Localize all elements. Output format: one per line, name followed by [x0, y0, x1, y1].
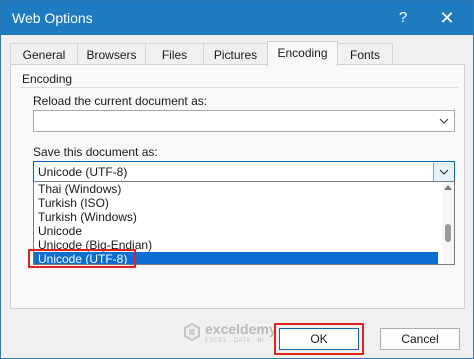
tab-general[interactable]: General [10, 43, 78, 65]
exceldemy-watermark: exceldemy EXCEL · DATA · BI [183, 320, 283, 350]
watermark-tagline: EXCEL · DATA · BI [205, 338, 265, 344]
ok-button[interactable]: OK [279, 328, 359, 350]
save-label: Save this document as: [33, 145, 158, 159]
scroll-up-icon[interactable] [444, 184, 452, 190]
reload-label: Reload the current document as: [33, 94, 208, 108]
tab-files[interactable]: Files [145, 43, 204, 65]
reload-encoding-dropdown[interactable] [33, 110, 455, 132]
tab-browsers[interactable]: Browsers [77, 43, 146, 65]
tab-pictures[interactable]: Pictures [203, 43, 268, 65]
tab-fonts[interactable]: Fonts [337, 43, 393, 65]
cancel-button[interactable]: Cancel [380, 328, 460, 350]
encoding-list[interactable]: Thai (Windows) Turkish (ISO) Turkish (Wi… [33, 181, 455, 265]
list-item[interactable]: Unicode (Big-Endian) [34, 238, 438, 252]
list-item[interactable]: Thai (Windows) [34, 182, 438, 196]
group-divider [21, 87, 458, 88]
tab-encoding[interactable]: Encoding [267, 41, 338, 66]
close-button[interactable]: ✕ [437, 8, 457, 28]
encoding-panel: Encoding Reload the current document as:… [10, 64, 465, 309]
tab-strip: General Browsers Files Pictures Encoding… [10, 41, 465, 66]
window-title: Web Options [12, 10, 93, 26]
exceldemy-logo-icon [184, 323, 200, 341]
list-scrollbar[interactable] [442, 182, 454, 264]
list-item[interactable]: Turkish (Windows) [34, 210, 438, 224]
save-encoding-dropdown[interactable]: Unicode (UTF-8) [33, 161, 455, 183]
scroll-thumb[interactable] [445, 224, 451, 242]
help-button[interactable]: ? [393, 8, 413, 28]
chevron-down-icon[interactable] [433, 162, 454, 182]
save-value: Unicode (UTF-8) [38, 165, 128, 179]
title-bar: Web Options ? ✕ [1, 1, 473, 35]
chevron-down-icon[interactable] [434, 111, 454, 131]
web-options-dialog: Web Options ? ✕ General Browsers Files P… [0, 0, 474, 359]
encoding-group-label: Encoding [22, 72, 73, 86]
watermark-name: exceldemy [205, 321, 277, 337]
list-item-selected[interactable]: Unicode (UTF-8) [34, 252, 438, 264]
list-item[interactable]: Unicode [34, 224, 438, 238]
list-item[interactable]: Turkish (ISO) [34, 196, 438, 210]
